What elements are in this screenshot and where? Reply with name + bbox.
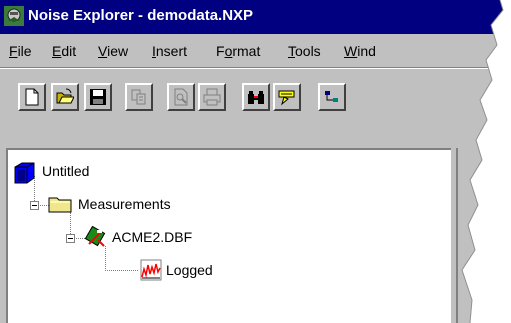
application-window: Noise Explorer - demodata.NXP File Edit … — [0, 0, 511, 323]
torn-edge-overlay — [461, 0, 511, 323]
